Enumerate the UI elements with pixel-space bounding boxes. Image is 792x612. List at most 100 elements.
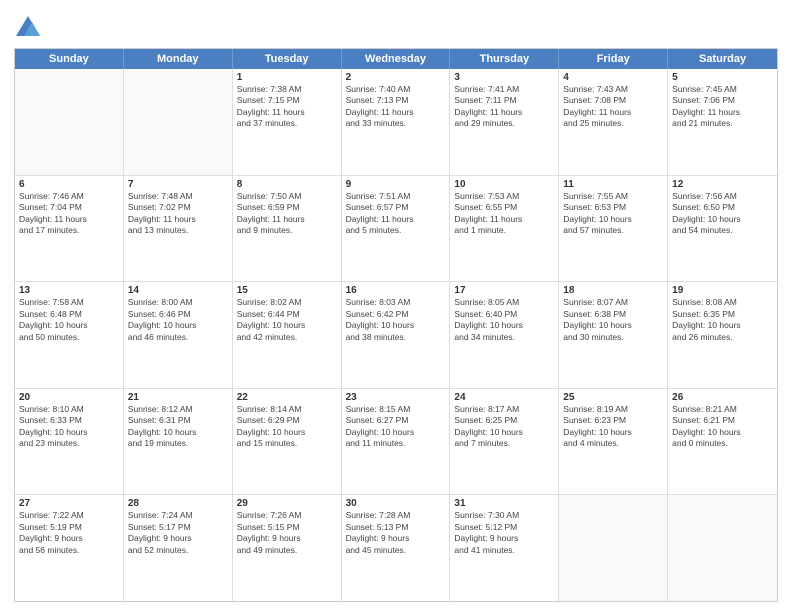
calendar-day-empty: [15, 69, 124, 175]
day-info-line: Sunrise: 8:03 AM: [346, 297, 446, 308]
day-info-line: and 17 minutes.: [19, 225, 119, 236]
day-number: 4: [563, 72, 663, 83]
day-info-line: Sunset: 6:59 PM: [237, 202, 337, 213]
day-info-line: and 33 minutes.: [346, 118, 446, 129]
calendar-day-empty: [668, 495, 777, 601]
day-info-line: Sunrise: 8:14 AM: [237, 404, 337, 415]
day-info-line: and 30 minutes.: [563, 332, 663, 343]
calendar: SundayMondayTuesdayWednesdayThursdayFrid…: [14, 48, 778, 602]
day-info-line: Sunset: 6:29 PM: [237, 415, 337, 426]
weekday-header-sunday: Sunday: [15, 49, 124, 69]
day-info-line: Sunrise: 8:17 AM: [454, 404, 554, 415]
day-number: 21: [128, 392, 228, 403]
calendar-body: 1Sunrise: 7:38 AMSunset: 7:15 PMDaylight…: [15, 69, 777, 601]
day-info-line: Sunrise: 7:51 AM: [346, 191, 446, 202]
day-info-line: Sunrise: 8:12 AM: [128, 404, 228, 415]
day-info-line: and 11 minutes.: [346, 438, 446, 449]
day-info-line: Daylight: 11 hours: [128, 214, 228, 225]
calendar-day-5: 5Sunrise: 7:45 AMSunset: 7:06 PMDaylight…: [668, 69, 777, 175]
day-info-line: Daylight: 11 hours: [563, 107, 663, 118]
day-number: 27: [19, 498, 119, 509]
day-info-line: Sunrise: 7:28 AM: [346, 510, 446, 521]
day-info-line: Sunrise: 8:00 AM: [128, 297, 228, 308]
calendar-day-9: 9Sunrise: 7:51 AMSunset: 6:57 PMDaylight…: [342, 176, 451, 282]
day-number: 30: [346, 498, 446, 509]
calendar-day-20: 20Sunrise: 8:10 AMSunset: 6:33 PMDayligh…: [15, 389, 124, 495]
day-info-line: and 42 minutes.: [237, 332, 337, 343]
day-info-line: Sunset: 5:12 PM: [454, 522, 554, 533]
day-info-line: Sunset: 6:53 PM: [563, 202, 663, 213]
day-number: 24: [454, 392, 554, 403]
day-number: 11: [563, 179, 663, 190]
calendar-week-2: 6Sunrise: 7:46 AMSunset: 7:04 PMDaylight…: [15, 176, 777, 283]
day-info-line: Sunset: 7:08 PM: [563, 95, 663, 106]
day-info-line: and 4 minutes.: [563, 438, 663, 449]
calendar-day-13: 13Sunrise: 7:58 AMSunset: 6:48 PMDayligh…: [15, 282, 124, 388]
logo: [14, 14, 44, 42]
day-info-line: Sunrise: 7:45 AM: [672, 84, 773, 95]
day-info-line: Sunset: 7:06 PM: [672, 95, 773, 106]
calendar-day-27: 27Sunrise: 7:22 AMSunset: 5:19 PMDayligh…: [15, 495, 124, 601]
day-info-line: Sunrise: 7:46 AM: [19, 191, 119, 202]
day-info-line: and 21 minutes.: [672, 118, 773, 129]
day-info-line: Daylight: 10 hours: [346, 320, 446, 331]
day-info-line: Daylight: 9 hours: [19, 533, 119, 544]
day-info-line: Daylight: 11 hours: [237, 214, 337, 225]
day-number: 17: [454, 285, 554, 296]
day-info-line: and 41 minutes.: [454, 545, 554, 556]
day-info-line: Sunrise: 7:53 AM: [454, 191, 554, 202]
day-info-line: Sunset: 6:27 PM: [346, 415, 446, 426]
calendar-day-18: 18Sunrise: 8:07 AMSunset: 6:38 PMDayligh…: [559, 282, 668, 388]
day-info-line: Sunset: 6:57 PM: [346, 202, 446, 213]
day-info-line: Daylight: 11 hours: [346, 214, 446, 225]
day-info-line: Sunset: 7:13 PM: [346, 95, 446, 106]
header: [14, 10, 778, 42]
day-info-line: Sunrise: 7:43 AM: [563, 84, 663, 95]
day-info-line: Daylight: 10 hours: [672, 427, 773, 438]
day-number: 19: [672, 285, 773, 296]
day-info-line: Daylight: 9 hours: [237, 533, 337, 544]
day-info-line: Sunset: 7:11 PM: [454, 95, 554, 106]
day-info-line: Daylight: 10 hours: [237, 427, 337, 438]
day-info-line: Sunrise: 7:40 AM: [346, 84, 446, 95]
day-info-line: Daylight: 10 hours: [454, 427, 554, 438]
day-info-line: Sunset: 5:15 PM: [237, 522, 337, 533]
calendar-day-empty: [559, 495, 668, 601]
day-info-line: Sunrise: 8:15 AM: [346, 404, 446, 415]
day-info-line: Daylight: 10 hours: [128, 427, 228, 438]
calendar-day-empty: [124, 69, 233, 175]
calendar-day-4: 4Sunrise: 7:43 AMSunset: 7:08 PMDaylight…: [559, 69, 668, 175]
day-info-line: Sunset: 6:25 PM: [454, 415, 554, 426]
calendar-day-14: 14Sunrise: 8:00 AMSunset: 6:46 PMDayligh…: [124, 282, 233, 388]
day-info-line: Sunrise: 7:24 AM: [128, 510, 228, 521]
day-info-line: Daylight: 10 hours: [19, 320, 119, 331]
calendar-day-1: 1Sunrise: 7:38 AMSunset: 7:15 PMDaylight…: [233, 69, 342, 175]
day-info-line: and 19 minutes.: [128, 438, 228, 449]
day-info-line: Sunset: 6:42 PM: [346, 309, 446, 320]
day-number: 22: [237, 392, 337, 403]
day-info-line: Daylight: 10 hours: [237, 320, 337, 331]
day-info-line: Daylight: 10 hours: [672, 320, 773, 331]
calendar-day-16: 16Sunrise: 8:03 AMSunset: 6:42 PMDayligh…: [342, 282, 451, 388]
calendar-day-29: 29Sunrise: 7:26 AMSunset: 5:15 PMDayligh…: [233, 495, 342, 601]
calendar-day-17: 17Sunrise: 8:05 AMSunset: 6:40 PMDayligh…: [450, 282, 559, 388]
day-info-line: Sunrise: 7:55 AM: [563, 191, 663, 202]
calendar-day-25: 25Sunrise: 8:19 AMSunset: 6:23 PMDayligh…: [559, 389, 668, 495]
day-info-line: and 0 minutes.: [672, 438, 773, 449]
day-number: 3: [454, 72, 554, 83]
day-info-line: and 38 minutes.: [346, 332, 446, 343]
day-info-line: Sunset: 6:21 PM: [672, 415, 773, 426]
day-number: 29: [237, 498, 337, 509]
day-info-line: Sunrise: 7:22 AM: [19, 510, 119, 521]
day-info-line: Daylight: 10 hours: [563, 427, 663, 438]
calendar-day-8: 8Sunrise: 7:50 AMSunset: 6:59 PMDaylight…: [233, 176, 342, 282]
day-number: 25: [563, 392, 663, 403]
day-info-line: Sunrise: 7:38 AM: [237, 84, 337, 95]
calendar-day-23: 23Sunrise: 8:15 AMSunset: 6:27 PMDayligh…: [342, 389, 451, 495]
day-info-line: Daylight: 10 hours: [454, 320, 554, 331]
day-info-line: Daylight: 11 hours: [454, 107, 554, 118]
day-info-line: Sunrise: 7:41 AM: [454, 84, 554, 95]
calendar-day-26: 26Sunrise: 8:21 AMSunset: 6:21 PMDayligh…: [668, 389, 777, 495]
day-number: 7: [128, 179, 228, 190]
day-info-line: Daylight: 11 hours: [672, 107, 773, 118]
